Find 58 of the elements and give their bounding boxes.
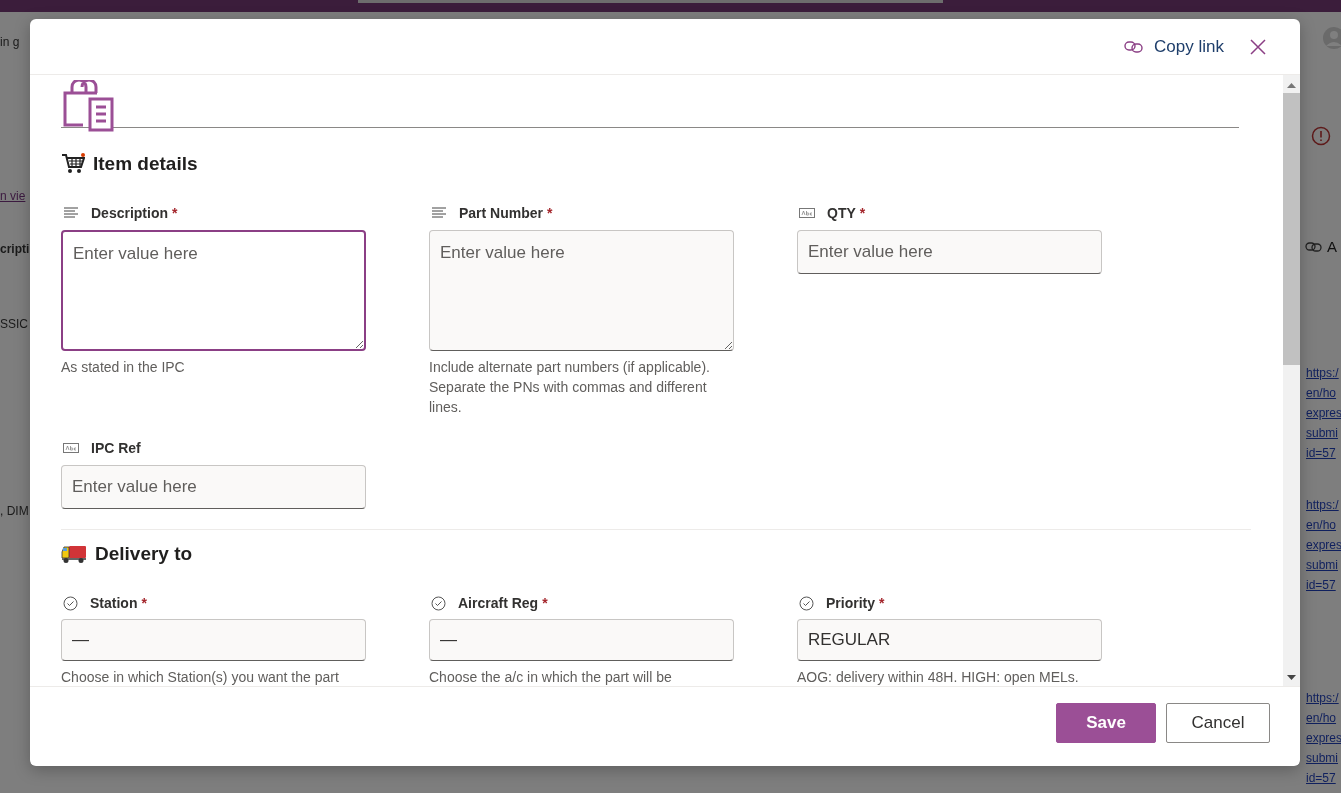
choice-field[interactable]: REGULAR <box>797 619 1102 661</box>
text-field-icon <box>799 208 815 218</box>
required-mark: * <box>859 205 866 221</box>
url-link[interactable]: https:/ en/ho expres submi id=57 <box>1306 363 1341 463</box>
field-label: Priority <box>826 595 875 611</box>
scrollbar-thumb[interactable] <box>1283 93 1300 365</box>
scroll-down-icon[interactable] <box>1287 675 1296 680</box>
help-text: Choose in which Station(s) you want the part <box>61 668 340 686</box>
choice-field[interactable]: — <box>61 619 366 661</box>
view-link[interactable]: n vie <box>0 186 30 206</box>
required-mark: * <box>542 595 548 611</box>
link-icon <box>1305 240 1323 253</box>
help-text: Choose the a/c in which the part will be <box>429 668 673 686</box>
required-mark: * <box>879 595 885 611</box>
field-label: Description <box>91 205 168 221</box>
check-circle-icon <box>63 595 78 611</box>
required-mark: * <box>141 595 147 611</box>
table-cell-text: , DIM <box>0 503 30 520</box>
check-circle-icon <box>799 595 814 611</box>
choice-field[interactable]: — <box>429 619 734 661</box>
multiline-text-icon <box>63 207 79 219</box>
link-icon <box>1124 39 1145 54</box>
table-cell-text: SSIC <box>0 316 29 333</box>
search-field[interactable] <box>358 0 943 3</box>
text-area[interactable]: Enter value here <box>61 230 366 351</box>
help-text: Include alternate part numbers (if applicable). Separate the PNs with commas and different lines. <box>429 358 711 417</box>
column-header: A <box>1327 238 1337 255</box>
text-field-icon <box>63 443 79 453</box>
shopping-bag-icon <box>61 80 115 132</box>
section-title: Item details <box>93 153 198 175</box>
required-mark: * <box>172 205 178 221</box>
input-field[interactable]: Enter value here <box>797 230 1102 274</box>
table-cell-text: in g <box>0 34 21 51</box>
section-title: Delivery to <box>95 543 193 565</box>
help-text: AOG: delivery within 48H. HIGH: open MELs. <box>797 668 1080 686</box>
scrollbar[interactable] <box>1283 75 1300 686</box>
input-field[interactable]: Enter value here <box>61 465 366 509</box>
field-label: Part Number <box>459 205 544 221</box>
close-icon[interactable] <box>1250 38 1266 55</box>
field-label: QTY <box>827 205 856 221</box>
url-link[interactable]: https:/ en/ho expres submi id=57 <box>1306 688 1341 788</box>
field-label: Aircraft Reg <box>458 595 539 611</box>
field-label: Station <box>90 595 138 611</box>
column-header: cripti <box>0 241 30 258</box>
cancel-button[interactable]: Cancel <box>1166 703 1270 743</box>
scroll-up-icon[interactable] <box>1287 83 1296 88</box>
text-area[interactable]: Enter value here <box>429 230 734 351</box>
cart-icon <box>61 153 85 175</box>
field-label: IPC Ref <box>91 440 141 456</box>
copy-link-button[interactable]: Copy link <box>1124 36 1224 57</box>
help-text: As stated in the IPC <box>61 358 186 377</box>
truck-icon <box>61 544 87 564</box>
required-mark: * <box>547 205 553 221</box>
multiline-text-icon <box>431 207 447 219</box>
save-button[interactable]: Save <box>1056 703 1156 743</box>
url-link[interactable]: https:/ en/ho expres submi id=57 <box>1306 495 1341 595</box>
alert-icon <box>1311 126 1331 146</box>
check-circle-icon <box>431 595 446 611</box>
